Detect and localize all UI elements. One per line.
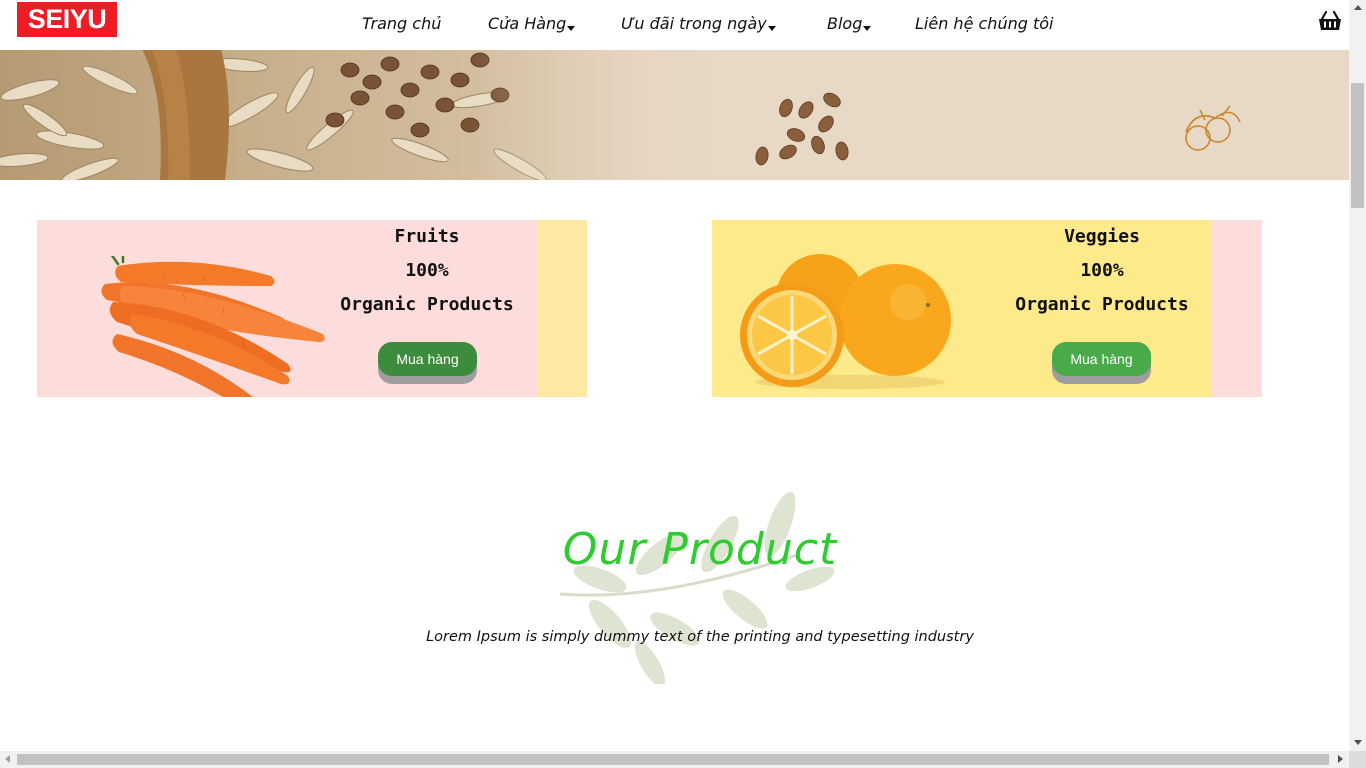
nav-item-deals[interactable]: Ưu đãi trong ngày <box>621 13 776 35</box>
oranges-image <box>740 254 951 389</box>
scrollbar-corner <box>1349 751 1366 768</box>
section-subtitle: Lorem Ipsum is simply dummy text of the … <box>426 629 974 645</box>
hero-banner <box>0 50 1349 180</box>
vertical-scroll-thumb[interactable] <box>1351 83 1364 208</box>
promo-title: Fruits <box>394 226 460 247</box>
promo-tagline: Organic Products <box>340 294 514 315</box>
vertical-scrollbar[interactable] <box>1349 0 1366 751</box>
nav-item-label: Cửa Hàng <box>488 14 567 33</box>
horizontal-scroll-thumb[interactable] <box>17 754 1329 765</box>
carrots-image <box>101 256 325 397</box>
leaf-branch-decoration <box>559 491 835 684</box>
scroll-up-icon[interactable] <box>1354 5 1362 10</box>
caret-down-icon <box>863 26 872 31</box>
caret-down-icon <box>567 26 576 31</box>
scroll-left-icon[interactable] <box>5 755 10 763</box>
buy-button[interactable]: Mua hàng <box>1052 342 1151 376</box>
nav-item-shop[interactable]: Cửa Hàng <box>488 13 576 35</box>
promo-card-veggies: Veggies 100% Organic Products Mua hàng <box>712 220 1262 397</box>
buy-button[interactable]: Mua hàng <box>378 342 477 376</box>
promo-card-fruits: Fruits 100% Organic Products Mua hàng <box>37 220 587 397</box>
promo-percent: 100% <box>1080 260 1124 281</box>
nav-item-label: Trang chủ <box>362 14 442 33</box>
nav-item-label: Liên hệ chúng tôi <box>915 14 1054 33</box>
promo-percent: 100% <box>405 260 449 281</box>
section-title: Our Product <box>562 524 838 575</box>
site-header: SEIYU Trang chủ Cửa Hàng Ưu đãi trong ng… <box>0 0 1349 50</box>
nav-item-contact[interactable]: Liên hệ chúng tôi <box>915 13 1053 35</box>
promo-card-panel: Veggies 100% Organic Products Mua hàng <box>712 220 1212 397</box>
promo-title: Veggies <box>1064 226 1140 247</box>
nav-item-blog[interactable]: Blog <box>827 13 872 35</box>
page-viewport: SEIYU Trang chủ Cửa Hàng Ưu đãi trong ng… <box>0 0 1349 751</box>
main-nav: Trang chủ Cửa Hàng Ưu đãi trong ngày Blo… <box>0 13 1349 37</box>
nav-item-label: Ưu đãi trong ngày <box>621 14 767 33</box>
grains-banner-image <box>0 50 1349 180</box>
basket-icon[interactable] <box>1318 10 1342 32</box>
caret-down-icon <box>767 26 776 31</box>
scroll-right-icon[interactable] <box>1338 755 1343 763</box>
scroll-down-icon[interactable] <box>1354 740 1362 745</box>
promo-tagline: Organic Products <box>1015 294 1189 315</box>
nav-item-label: Blog <box>827 14 863 33</box>
promo-card-panel: Fruits 100% Organic Products Mua hàng <box>37 220 537 397</box>
nav-item-home[interactable]: Trang chủ <box>362 13 441 35</box>
horizontal-scrollbar[interactable] <box>0 751 1349 768</box>
